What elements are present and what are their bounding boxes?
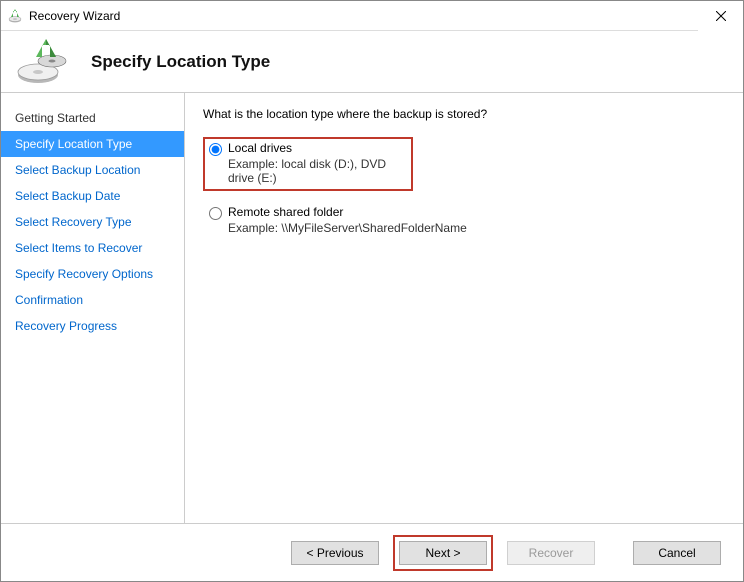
step-select-backup-location[interactable]: Select Backup Location	[1, 157, 184, 183]
step-specify-location-type[interactable]: Specify Location Type	[1, 131, 184, 157]
step-recovery-progress[interactable]: Recovery Progress	[1, 313, 184, 339]
option-remote-label: Remote shared folder	[228, 205, 467, 219]
next-button[interactable]: Next >	[399, 541, 487, 565]
option-local-drives-example: Example: local disk (D:), DVD drive (E:)	[228, 157, 407, 185]
step-select-backup-date[interactable]: Select Backup Date	[1, 183, 184, 209]
cancel-button[interactable]: Cancel	[633, 541, 721, 565]
recover-button: Recover	[507, 541, 595, 565]
titlebar: Recovery Wizard	[1, 1, 743, 31]
option-remote-example: Example: \\MyFileServer\SharedFolderName	[228, 221, 467, 235]
wizard-footer: < Previous Next > Recover Cancel	[1, 523, 743, 581]
step-sidebar: Getting Started Specify Location Type Se…	[1, 93, 185, 523]
step-select-recovery-type[interactable]: Select Recovery Type	[1, 209, 184, 235]
step-confirmation[interactable]: Confirmation	[1, 287, 184, 313]
wizard-header: Specify Location Type	[1, 31, 743, 93]
next-button-highlight: Next >	[393, 535, 493, 571]
option-local-drives-label: Local drives	[228, 141, 407, 155]
option-local-drives[interactable]: Local drives Example: local disk (D:), D…	[203, 137, 413, 191]
step-select-items-to-recover[interactable]: Select Items to Recover	[1, 235, 184, 261]
window-title: Recovery Wizard	[29, 9, 698, 23]
app-icon	[7, 8, 23, 24]
question-text: What is the location type where the back…	[203, 107, 721, 121]
step-getting-started[interactable]: Getting Started	[1, 105, 184, 131]
option-remote-shared-folder[interactable]: Remote shared folder Example: \\MyFileSe…	[203, 201, 721, 241]
wizard-body: Getting Started Specify Location Type Se…	[1, 93, 743, 523]
wizard-content: What is the location type where the back…	[185, 93, 743, 523]
step-specify-recovery-options[interactable]: Specify Recovery Options	[1, 261, 184, 287]
recovery-drive-icon	[15, 38, 75, 86]
radio-remote-shared-folder[interactable]	[209, 207, 222, 220]
page-title: Specify Location Type	[91, 52, 270, 72]
radio-local-drives[interactable]	[209, 143, 222, 156]
previous-button[interactable]: < Previous	[291, 541, 379, 565]
close-button[interactable]	[698, 1, 743, 31]
